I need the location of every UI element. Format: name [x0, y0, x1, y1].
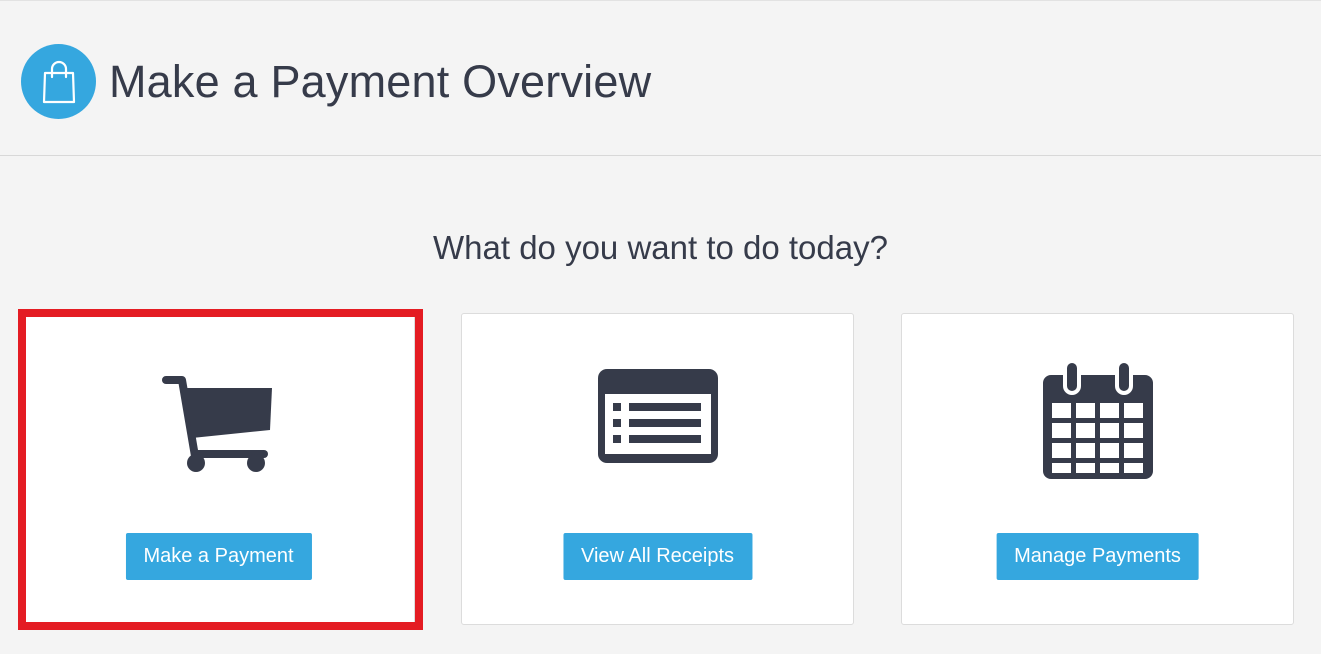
view-receipts-card: View All Receipts: [461, 313, 854, 625]
make-payment-card: Make a Payment: [22, 313, 415, 625]
manage-payments-card: Manage Payments: [901, 313, 1294, 625]
manage-payments-button[interactable]: Manage Payments: [996, 533, 1199, 580]
make-payment-button[interactable]: Make a Payment: [125, 533, 312, 580]
view-all-receipts-button[interactable]: View All Receipts: [562, 533, 753, 580]
page: Make a Payment Overview What do you want…: [0, 0, 1321, 654]
page-title: Make a Payment Overview: [109, 56, 652, 107]
section-question: What do you want to do today?: [433, 229, 888, 266]
shopping-cart-icon: [161, 376, 276, 477]
calendar-icon: [1041, 359, 1155, 486]
receipt-list-icon: [597, 368, 719, 469]
shopping-bag-icon: [21, 44, 96, 119]
page-header: Make a Payment Overview: [0, 0, 1321, 156]
